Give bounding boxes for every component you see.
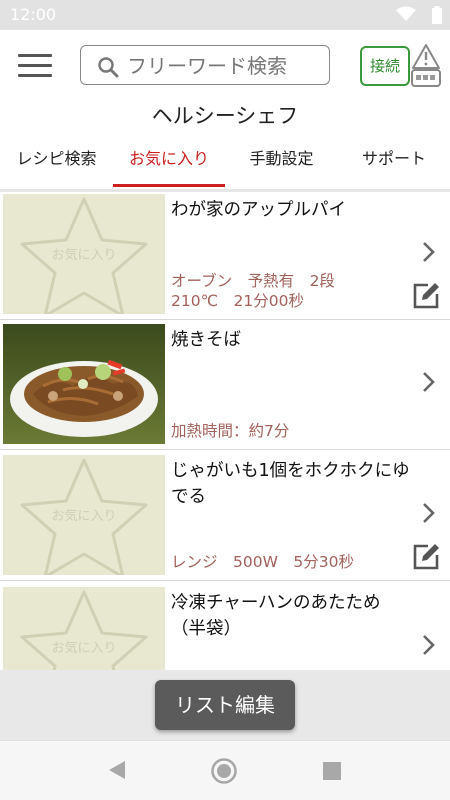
edit-icon[interactable] xyxy=(410,280,442,312)
list-item[interactable]: お気に入り わが家のアップルパイ オーブン 予熱有 2段 210℃ 21分00秒 xyxy=(0,192,450,320)
clock: 12:00 xyxy=(10,5,57,24)
star-placeholder-icon xyxy=(20,590,148,670)
recipe-title: じゃがいも1個をホクホクにゆでる xyxy=(171,461,410,507)
connect-button[interactable]: 接続 xyxy=(360,46,410,86)
chevron-right-icon[interactable] xyxy=(420,501,438,525)
favorites-list[interactable]: お気に入り わが家のアップルパイ オーブン 予熱有 2段 210℃ 21分00秒 xyxy=(0,192,450,670)
battery-icon xyxy=(432,6,442,24)
list-item[interactable]: お気に入り 冷凍チャーハンのあたため（半袋） xyxy=(0,585,450,670)
yakisoba-photo xyxy=(3,324,165,444)
placeholder-thumbnail: お気に入り xyxy=(3,194,165,314)
device-warning-icon[interactable] xyxy=(410,42,442,88)
chevron-right-icon[interactable] xyxy=(420,370,438,394)
placeholder-label: お気に入り xyxy=(51,641,117,656)
status-bar: 12:00 xyxy=(0,0,450,30)
search-icon xyxy=(98,57,119,78)
placeholder-thumbnail: お気に入り xyxy=(3,587,165,670)
wifi-icon xyxy=(396,6,416,21)
recipe-meta: 210℃ 21分00秒 xyxy=(171,292,304,310)
recipe-title: 冷凍チャーハンのあたため（半袋） xyxy=(171,593,381,639)
placeholder-thumbnail: お気に入り xyxy=(3,455,165,575)
footer-bar: リスト編集 xyxy=(0,670,450,740)
chevron-right-icon[interactable] xyxy=(420,240,438,264)
list-item[interactable]: お気に入り じゃがいも1個をホクホクにゆでる レンジ 500W 5分30秒 xyxy=(0,453,450,581)
app-header: 接続 ヘルシーシェフ レシピ検索 お気に入り 手動設定 サポート xyxy=(0,30,450,190)
list-item[interactable]: 焼きそば 加熱時間：約7分 xyxy=(0,322,450,450)
hamburger-menu-icon[interactable] xyxy=(18,54,52,78)
app-title: ヘルシーシェフ xyxy=(151,104,299,128)
tab-favorites[interactable]: お気に入り xyxy=(113,142,225,190)
recipe-photo xyxy=(3,324,165,444)
recipe-meta: 加熱時間：約7分 xyxy=(171,422,290,440)
search-input[interactable] xyxy=(127,52,323,80)
recipe-title: わが家のアップルパイ xyxy=(171,200,346,220)
edit-icon[interactable] xyxy=(410,541,442,573)
recipe-meta: レンジ 500W 5分30秒 xyxy=(171,553,354,571)
tab-manual-settings[interactable]: 手動設定 xyxy=(225,142,338,190)
placeholder-label: お気に入り xyxy=(51,509,117,524)
back-triangle-icon[interactable] xyxy=(106,759,128,781)
edit-list-button[interactable]: リスト編集 xyxy=(155,680,295,730)
tab-recipe-search[interactable]: レシピ検索 xyxy=(0,142,113,190)
home-circle-icon[interactable] xyxy=(210,757,238,785)
system-nav-bar xyxy=(0,740,450,800)
recent-apps-square-icon[interactable] xyxy=(322,761,342,781)
placeholder-label: お気に入り xyxy=(51,248,117,263)
tab-support[interactable]: サポート xyxy=(338,142,450,190)
recipe-meta: オーブン 予熱有 2段 xyxy=(171,272,335,290)
search-box[interactable] xyxy=(80,45,330,85)
recipe-title: 焼きそば xyxy=(171,330,241,350)
chevron-right-icon[interactable] xyxy=(420,633,438,657)
tab-bar: レシピ検索 お気に入り 手動設定 サポート xyxy=(0,142,450,190)
